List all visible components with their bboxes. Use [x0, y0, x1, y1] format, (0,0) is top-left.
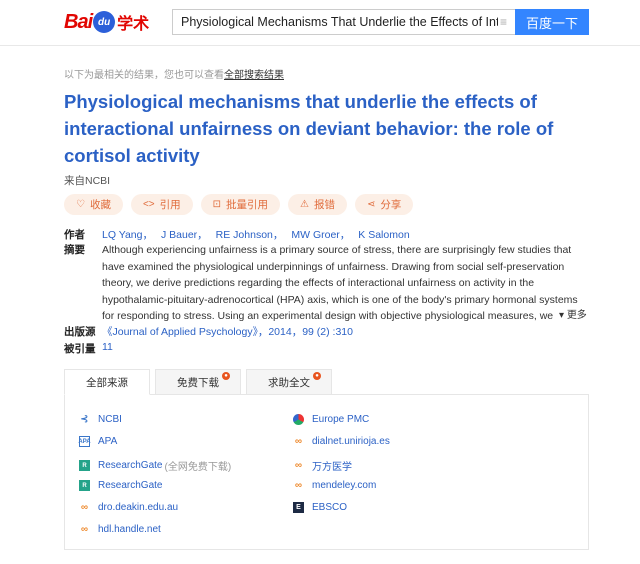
apa-icon: APA	[78, 436, 91, 447]
abstract-text: Although experiencing unfairness is a pr…	[102, 244, 582, 322]
quote-icon: <>	[142, 199, 155, 210]
tab-label: 全部来源	[86, 376, 128, 389]
source-name: mendeley.com	[312, 480, 377, 491]
warning-icon: ⚠	[300, 199, 310, 210]
source-item[interactable]: ∞ hdl.handle.net	[79, 524, 161, 535]
report-error-button[interactable]: ⚠ 报错	[288, 194, 348, 215]
source-item[interactable]: ∞ mendeley.com	[293, 480, 376, 491]
more-toggle[interactable]: ▾ 更多	[556, 306, 587, 321]
menu-icon[interactable]: ≡	[500, 15, 507, 29]
favorite-button[interactable]: ♡ 收藏	[64, 194, 123, 215]
search-input[interactable]: Physiological Mechanisms That Underlie t…	[172, 9, 515, 35]
source-name: APA	[98, 436, 118, 447]
ncbi-icon: ⊰	[80, 414, 89, 425]
free-download-note: (全网免费下载)	[164, 462, 232, 473]
source-item[interactable]: APA APA	[78, 436, 118, 447]
author-link[interactable]: RE Johnson，	[216, 229, 284, 241]
author-link[interactable]: J Bauer，	[161, 229, 208, 241]
notification-badge: ●	[222, 372, 230, 380]
logo-bai: Bai	[64, 10, 93, 33]
source-name: 万方医学	[312, 462, 352, 473]
batch-cite-label: 批量引用	[226, 199, 269, 211]
sources-panel: ⊰ NCBI APA APA R ResearchGate (全网免费下载) R…	[64, 394, 589, 550]
paper-title[interactable]: Physiological mechanisms that underlie t…	[64, 88, 564, 169]
source-name: ResearchGate	[98, 480, 163, 491]
logo-xueshu: 学术	[117, 16, 150, 33]
source-name: Europe PMC	[312, 414, 370, 425]
share-label: 分享	[380, 199, 402, 211]
search-input-value: Physiological Mechanisms That Underlie t…	[181, 15, 498, 29]
authors-label: 作者	[64, 229, 85, 241]
header: Bai du 学术 Physiological Mechanisms That …	[0, 0, 640, 46]
author-link[interactable]: MW Groer，	[291, 229, 350, 241]
link-icon: ∞	[80, 502, 89, 513]
link-icon: ∞	[294, 480, 303, 491]
cite-label: 引用	[159, 199, 181, 211]
share-button[interactable]: ⋖ 分享	[355, 194, 414, 215]
author-link[interactable]: K Salomon	[358, 229, 409, 241]
link-icon: ∞	[80, 524, 89, 535]
cited-label: 被引量	[64, 343, 96, 355]
share-icon: ⋖	[367, 199, 376, 210]
link-icon: ∞	[294, 460, 303, 471]
favorite-label: 收藏	[89, 199, 111, 211]
journal-link[interactable]: 《Journal of Applied Psychology》，2014，99 …	[102, 324, 353, 339]
source-item[interactable]: ∞ dialnet.unirioja.es	[293, 436, 390, 447]
batch-cite-icon: ⊡	[212, 199, 222, 210]
source-item[interactable]: R ResearchGate (全网免费下载)	[79, 458, 231, 473]
batch-cite-button[interactable]: ⊡ 批量引用	[200, 194, 281, 215]
heart-icon: ♡	[76, 199, 85, 210]
author-link[interactable]: LQ Yang，	[102, 229, 153, 241]
source-item[interactable]: ∞ 万方医学	[293, 458, 352, 473]
tab-label: 免费下载	[177, 376, 219, 389]
source-tabs: 全部来源 免费下载 ● 求助全文 ●	[64, 369, 337, 395]
notification-badge: ●	[313, 372, 321, 380]
cited-count[interactable]: 11	[102, 341, 113, 353]
cite-button[interactable]: <> 引用	[130, 194, 193, 215]
tab-request-fulltext[interactable]: 求助全文 ●	[246, 369, 332, 395]
source-item[interactable]: ⊰ NCBI	[79, 414, 122, 425]
europe-pmc-icon	[293, 414, 304, 425]
source-name: dro.deakin.edu.au	[98, 502, 179, 513]
source-item[interactable]: ∞ dro.deakin.edu.au	[79, 502, 178, 513]
source-name: dialnet.unirioja.es	[312, 436, 390, 447]
source-item[interactable]: Europe PMC	[293, 414, 369, 425]
abstract-label: 摘要	[64, 244, 85, 256]
authors-list: LQ Yang， J Bauer， RE Johnson， MW Groer， K Sa…	[102, 227, 418, 242]
source-item[interactable]: E EBSCO	[293, 502, 347, 513]
source-name: hdl.handle.net	[98, 524, 161, 535]
more-label: 更多	[566, 310, 587, 321]
source-name: ResearchGate	[98, 460, 163, 471]
researchgate-icon: R	[79, 460, 90, 471]
paper-source: 来自NCBI	[64, 175, 111, 187]
chevron-down-icon: ▾	[559, 310, 567, 321]
source-item[interactable]: R ResearchGate	[79, 480, 162, 491]
link-icon: ∞	[294, 436, 303, 447]
search-button[interactable]: 百度一下	[515, 9, 589, 35]
ebsco-icon: E	[293, 502, 304, 513]
tab-free-download[interactable]: 免费下载 ●	[155, 369, 241, 395]
report-error-label: 报错	[314, 199, 336, 211]
published-label: 出版源	[64, 326, 96, 338]
tab-label: 求助全文	[268, 376, 310, 389]
paw-icon: du	[93, 11, 116, 33]
all-results-link[interactable]: 全部搜索结果	[224, 70, 284, 81]
tab-all-sources[interactable]: 全部来源	[64, 369, 150, 395]
researchgate-icon: R	[79, 480, 90, 491]
action-bar: ♡ 收藏 <> 引用 ⊡ 批量引用 ⚠ 报错 ⋖ 分享	[64, 194, 414, 215]
baidu-xueshu-logo[interactable]: Bai du 学术	[64, 9, 149, 35]
source-name: NCBI	[98, 414, 122, 425]
source-name: EBSCO	[312, 502, 348, 513]
hint-text: 以下为最相关的结果，您也可以查看	[64, 70, 224, 81]
result-hint: 以下为最相关的结果，您也可以查看全部搜索结果	[64, 66, 284, 81]
